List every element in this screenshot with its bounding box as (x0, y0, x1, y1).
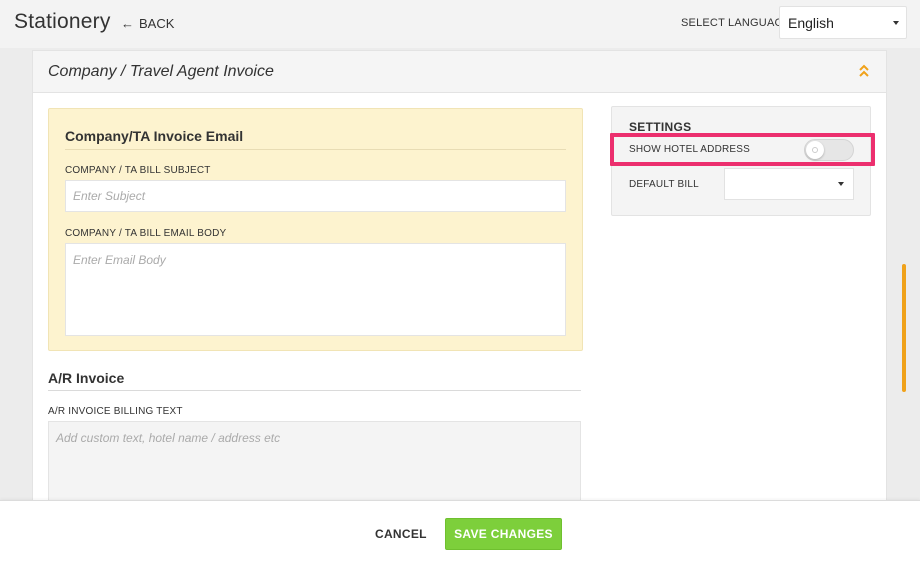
select-language-label: SELECT LANGUAGE (681, 17, 791, 29)
language-select[interactable]: English (779, 6, 907, 39)
company-ta-email-panel: Company/TA Invoice Email COMPANY / TA BI… (48, 108, 583, 351)
divider (48, 390, 581, 391)
bill-email-body-textarea[interactable] (65, 243, 566, 336)
save-changes-button[interactable]: SAVE CHANGES (445, 518, 562, 550)
double-chevron-up-icon[interactable] (858, 64, 870, 78)
bill-email-body-label: COMPANY / TA BILL EMAIL BODY (65, 228, 227, 239)
default-bill-label: DEFAULT BILL (629, 179, 699, 190)
back-label: BACK (139, 16, 175, 31)
default-bill-select[interactable] (724, 168, 854, 200)
ar-billing-text-textarea[interactable] (48, 421, 581, 509)
bill-subject-input[interactable] (65, 180, 566, 212)
caret-down-icon (838, 182, 844, 186)
email-panel-title: Company/TA Invoice Email (65, 128, 244, 144)
scrollbar-thumb[interactable] (902, 264, 906, 392)
top-bar: Stationery ← BACK SELECT LANGUAGE Englis… (0, 0, 920, 48)
back-button[interactable]: ← BACK (121, 16, 174, 31)
section-title: Company / Travel Agent Invoice (48, 63, 274, 80)
highlight-annotation (610, 133, 875, 166)
cancel-button[interactable]: CANCEL (375, 527, 427, 541)
page-title: Stationery (14, 10, 111, 33)
language-value: English (788, 14, 834, 31)
ar-billing-text-label: A/R INVOICE BILLING TEXT (48, 406, 183, 417)
divider (65, 149, 566, 150)
settings-title: SETTINGS (629, 120, 692, 134)
arrow-left-icon: ← (121, 16, 134, 31)
footer-bar: CANCEL SAVE CHANGES (0, 500, 920, 562)
ar-invoice-title: A/R Invoice (48, 370, 125, 386)
caret-down-icon (893, 21, 899, 25)
bill-subject-label: COMPANY / TA BILL SUBJECT (65, 165, 211, 176)
section-header[interactable]: Company / Travel Agent Invoice (33, 51, 886, 93)
